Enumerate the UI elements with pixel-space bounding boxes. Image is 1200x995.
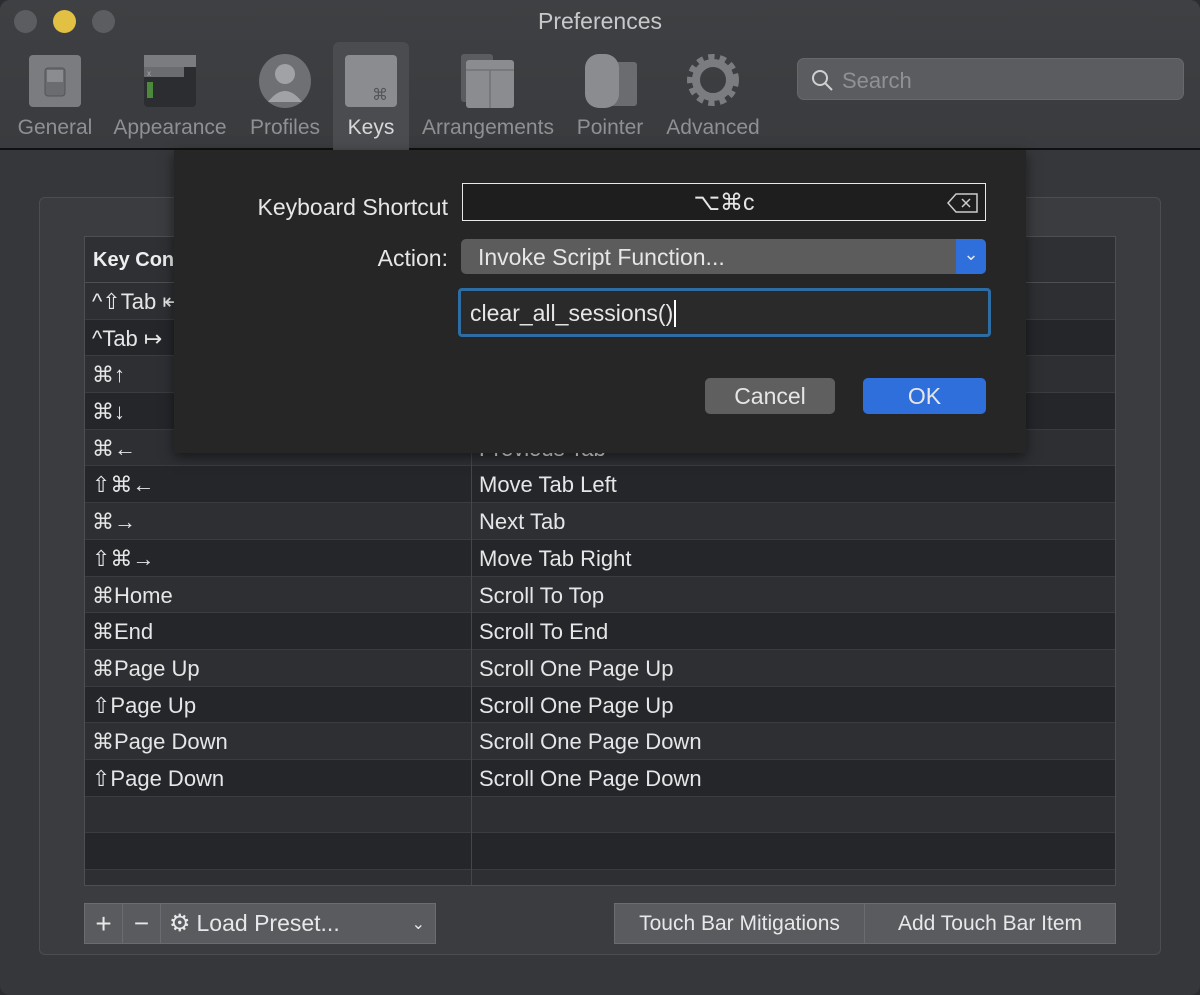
table-row[interactable] bbox=[85, 833, 1115, 870]
tab-arrangements[interactable]: Arrangements bbox=[415, 42, 561, 150]
windows-icon bbox=[461, 54, 514, 108]
tab-keys[interactable]: ⌘ Keys bbox=[333, 42, 409, 150]
key-combination-cell: ⌘Page Up bbox=[85, 649, 472, 686]
table-row[interactable]: ⌘Page Up Scroll One Page Up bbox=[85, 649, 1115, 687]
action-cell: Scroll To End bbox=[479, 619, 609, 645]
script-function-input[interactable]: clear_all_sessions() bbox=[458, 288, 991, 337]
keyboard-shortcut-label: Keyboard Shortcut bbox=[257, 194, 448, 220]
table-row[interactable]: ⇧⌘→ Move Tab Right bbox=[85, 539, 1115, 577]
tab-label: Advanced bbox=[666, 116, 760, 139]
window-title: Preferences bbox=[537, 8, 662, 34]
tab-label: Profiles bbox=[249, 116, 321, 139]
action-label: Action: bbox=[377, 245, 448, 271]
add-button[interactable]: + bbox=[84, 903, 123, 944]
table-row[interactable]: ⌘Page Down Scroll One Page Down bbox=[85, 723, 1115, 760]
action-cell bbox=[472, 797, 1115, 833]
gear-icon: ⚙ bbox=[169, 910, 191, 937]
action-value: Invoke Script Function... bbox=[478, 244, 725, 270]
tab-label: Arrangements bbox=[422, 116, 554, 139]
action-cell: Scroll To Top bbox=[479, 582, 605, 608]
keyboard-shortcut-field[interactable]: ⌥⌘c bbox=[462, 183, 986, 221]
table-row[interactable]: ⇧⌘← Move Tab Left bbox=[85, 466, 1115, 504]
remove-button[interactable]: − bbox=[122, 903, 161, 944]
key-combination-cell: ⌘Home bbox=[85, 576, 472, 613]
tab-label: Keys bbox=[347, 116, 395, 139]
key-combination-cell: ⇧Page Down bbox=[85, 759, 472, 796]
preferences-window: Preferences General x Appearance Profile… bbox=[0, 0, 1200, 995]
load-preset-label: Load Preset... bbox=[196, 910, 340, 936]
shortcut-value: ⌥⌘c bbox=[693, 189, 755, 215]
ok-button[interactable]: OK bbox=[863, 378, 986, 414]
tab-label: General bbox=[17, 116, 93, 139]
action-cell: Scroll One Page Up bbox=[479, 655, 674, 681]
key-combination-cell: ⇧⌘← bbox=[85, 466, 472, 503]
touch-bar-mitigations-button[interactable]: Touch Bar Mitigations bbox=[614, 903, 865, 944]
command-key-icon: ⌘ bbox=[345, 55, 397, 107]
action-cell: Move Tab Left bbox=[479, 472, 617, 498]
mouse-icon bbox=[585, 54, 637, 108]
key-combination-cell: ⌘→ bbox=[85, 503, 472, 539]
search-placeholder: Search bbox=[842, 68, 912, 93]
table-row[interactable] bbox=[85, 870, 1115, 885]
cancel-button[interactable]: Cancel bbox=[705, 378, 835, 414]
tab-general[interactable]: General bbox=[12, 42, 98, 150]
key-combination-cell bbox=[85, 833, 472, 869]
chevron-down-icon: ⌄ bbox=[956, 239, 986, 274]
tab-label: Appearance bbox=[113, 116, 227, 139]
action-cell: Scroll One Page Up bbox=[479, 692, 674, 718]
clear-shortcut-icon[interactable] bbox=[947, 193, 979, 213]
tab-appearance[interactable]: x Appearance bbox=[108, 42, 232, 150]
table-row[interactable] bbox=[85, 796, 1115, 834]
action-popup[interactable]: Invoke Script Function... ⌄ bbox=[461, 239, 986, 274]
action-cell bbox=[472, 870, 1115, 885]
action-cell: Scroll One Page Down bbox=[479, 765, 702, 791]
tab-advanced[interactable]: Advanced bbox=[660, 42, 766, 150]
search-icon bbox=[812, 70, 833, 91]
toolbar: Preferences General x Appearance Profile… bbox=[0, 0, 1200, 150]
table-row[interactable]: ⌘→ Next Tab bbox=[85, 503, 1115, 540]
table-row[interactable]: ⇧Page Down Scroll One Page Down bbox=[85, 759, 1115, 797]
tab-pointer[interactable]: Pointer bbox=[570, 42, 650, 150]
action-cell bbox=[472, 833, 1115, 869]
chevron-down-icon: ⌄ bbox=[411, 915, 425, 933]
key-combination-cell: ⇧⌘→ bbox=[85, 539, 472, 576]
terminal-window-icon: x bbox=[144, 55, 196, 107]
table-row[interactable]: ⇧Page Up Scroll One Page Up bbox=[85, 686, 1115, 724]
edit-shortcut-sheet: Keyboard Shortcut ⌥⌘c Action: Invoke Scr… bbox=[174, 150, 1026, 453]
key-combination-cell bbox=[85, 870, 472, 885]
load-preset-popup[interactable]: ⚙ Load Preset... ⌄ bbox=[160, 903, 436, 944]
action-cell: Move Tab Right bbox=[479, 545, 632, 571]
table-row[interactable]: ⌘Home Scroll To Top bbox=[85, 576, 1115, 614]
tab-label: Pointer bbox=[576, 116, 644, 139]
key-combination-cell: ⌘End bbox=[85, 613, 472, 649]
search-field[interactable]: Search bbox=[797, 58, 1184, 100]
key-combination-cell: ⇧Page Up bbox=[85, 686, 472, 723]
person-icon bbox=[259, 54, 311, 108]
switch-icon bbox=[29, 55, 81, 107]
add-touch-bar-item-button[interactable]: Add Touch Bar Item bbox=[864, 903, 1116, 944]
key-combination-cell: ⌘Page Down bbox=[85, 723, 472, 759]
svg-text:⌘: ⌘ bbox=[372, 87, 388, 104]
table-row[interactable]: ⌘End Scroll To End bbox=[85, 613, 1115, 650]
tab-profiles[interactable]: Profiles bbox=[244, 42, 326, 150]
script-value: clear_all_sessions() bbox=[470, 300, 677, 327]
svg-text:x: x bbox=[147, 69, 151, 78]
action-cell: Next Tab bbox=[479, 509, 566, 535]
gear-icon bbox=[687, 54, 739, 106]
action-cell: Scroll One Page Down bbox=[479, 729, 702, 755]
key-combination-cell bbox=[85, 796, 472, 833]
